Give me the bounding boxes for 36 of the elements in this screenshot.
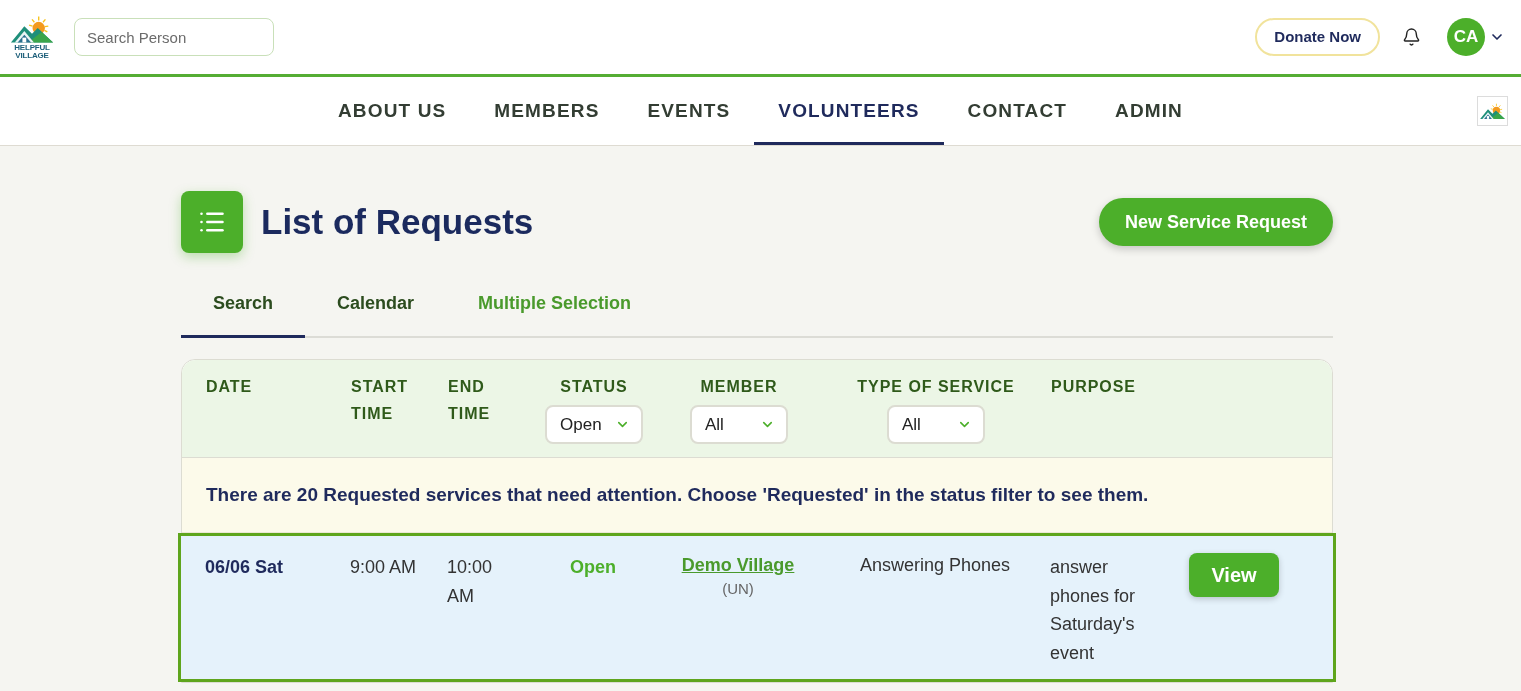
- notification-bell-icon[interactable]: [1402, 27, 1421, 47]
- column-header: TYPE OF SERVICE: [857, 377, 1015, 397]
- notice-text: There are 20 Requested services that need attention. Choose 'Requested' in the status filter to see them.: [206, 482, 1149, 507]
- logo-text: VILLAGE: [15, 52, 49, 60]
- list-icon: [181, 191, 243, 253]
- filter-dropdown[interactable]: Open: [545, 405, 643, 444]
- logo-sun-house-drawing: [9, 14, 55, 44]
- nav-link[interactable]: MEMBERS: [470, 77, 624, 145]
- date-cell: 06/06 Sat: [205, 557, 284, 577]
- nav-link[interactable]: EVENTS: [623, 77, 755, 145]
- purpose-cell-text: answer phones for Saturday's event: [1050, 556, 1137, 665]
- tab[interactable]: Calendar: [305, 272, 447, 338]
- nav-link[interactable]: CONTACT: [943, 77, 1091, 145]
- search-field[interactable]: Search Person: [74, 18, 274, 56]
- member-code: (UN): [722, 579, 754, 599]
- logo[interactable]: HELPFUL VILLAGE: [8, 14, 56, 60]
- service-type-cell-text: Answering Phones: [859, 554, 1011, 577]
- nav-link[interactable]: VOLUNTEERS: [754, 77, 944, 145]
- filter-dropdown[interactable]: All: [887, 405, 985, 444]
- column-header: PURPOSE: [1051, 377, 1136, 397]
- column-header: DATE: [206, 377, 253, 397]
- end-time-cell-text: 10:00 AM: [447, 556, 494, 608]
- donate-button[interactable]: Donate Now: [1255, 18, 1380, 56]
- filter-dropdown[interactable]: All: [690, 405, 788, 444]
- column-header: START TIME: [351, 377, 409, 424]
- column-header: MEMBER: [700, 377, 778, 397]
- logo-text: HELPFUL: [14, 44, 50, 52]
- column-header: END TIME: [448, 377, 492, 424]
- nav-link[interactable]: ADMIN: [1091, 77, 1207, 145]
- start-time-cell: 9:00 AM: [350, 557, 417, 577]
- status-cell-text: Open: [570, 556, 616, 579]
- tab[interactable]: Search: [181, 272, 306, 338]
- nav-link[interactable]: ABOUT US: [314, 77, 471, 145]
- page-title: List of Requests: [261, 200, 534, 243]
- column-header: STATUS: [560, 377, 628, 397]
- logo-thumbnail-icon: [1477, 96, 1508, 126]
